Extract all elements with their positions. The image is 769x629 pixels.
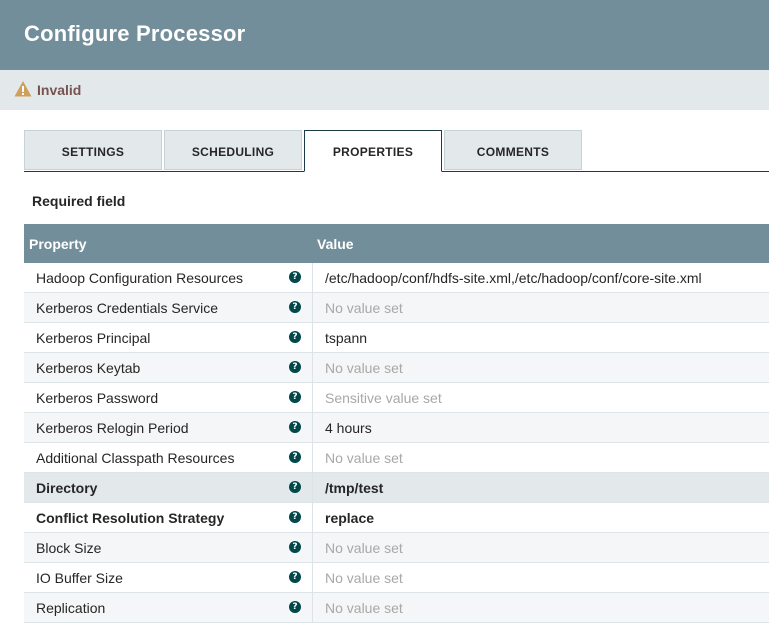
property-value[interactable]: No value set xyxy=(325,600,403,616)
table-row[interactable]: Kerberos Relogin Period? 4 hours xyxy=(24,413,769,443)
dialog-title: Configure Processor xyxy=(24,21,246,46)
dialog-header: Configure Processor xyxy=(0,0,769,70)
tab-comments[interactable]: COMMENTS xyxy=(444,130,582,170)
column-divider xyxy=(312,383,313,412)
tab-bar: SETTINGS SCHEDULING PROPERTIES COMMENTS xyxy=(24,130,769,172)
table-row[interactable]: Additional Classpath Resources? No value … xyxy=(24,443,769,473)
question-circle-icon[interactable]: ? xyxy=(289,511,301,523)
property-value[interactable]: No value set xyxy=(325,300,403,316)
property-value[interactable]: /tmp/test xyxy=(325,480,383,496)
table-row[interactable]: IO Buffer Size? No value set xyxy=(24,563,769,593)
property-value[interactable]: /etc/hadoop/conf/hdfs-site.xml,/etc/hado… xyxy=(325,270,702,286)
property-name: Conflict Resolution Strategy xyxy=(36,510,225,526)
tab-settings[interactable]: SETTINGS xyxy=(24,130,162,170)
column-divider xyxy=(312,533,313,562)
column-divider xyxy=(312,263,313,292)
column-divider xyxy=(312,503,313,532)
question-circle-icon[interactable]: ? xyxy=(289,541,301,553)
table-row[interactable]: Kerberos Password? Sensitive value set xyxy=(24,383,769,413)
question-circle-icon[interactable]: ? xyxy=(289,331,301,343)
table-header: Property Value xyxy=(24,224,769,263)
property-name: Kerberos Password xyxy=(36,390,159,406)
question-circle-icon[interactable]: ? xyxy=(289,451,301,463)
property-name: Kerberos Relogin Period xyxy=(36,420,189,436)
property-value[interactable]: Sensitive value set xyxy=(325,390,442,406)
property-value[interactable]: No value set xyxy=(325,450,403,466)
properties-table: Property Value Hadoop Configuration Reso… xyxy=(24,224,769,623)
question-circle-icon[interactable]: ? xyxy=(289,571,301,583)
property-value[interactable]: No value set xyxy=(325,570,403,586)
question-circle-icon[interactable]: ? xyxy=(289,601,301,613)
property-name: Directory xyxy=(36,480,98,496)
warning-triangle-icon xyxy=(14,81,32,97)
column-header-value[interactable]: Value xyxy=(317,236,354,252)
question-circle-icon[interactable]: ? xyxy=(289,481,301,493)
property-name: Kerberos Keytab xyxy=(36,360,141,376)
table-row[interactable]: Directory? /tmp/test xyxy=(24,473,769,503)
property-name: Block Size xyxy=(36,540,102,556)
table-row[interactable]: Kerberos Credentials Service? No value se… xyxy=(24,293,769,323)
property-value[interactable]: tspann xyxy=(325,330,367,346)
column-divider xyxy=(312,563,313,592)
property-value[interactable]: 4 hours xyxy=(325,420,372,436)
question-circle-icon[interactable]: ? xyxy=(289,391,301,403)
tab-properties[interactable]: PROPERTIES xyxy=(304,130,442,172)
property-value[interactable]: No value set xyxy=(325,540,403,556)
property-name: Additional Classpath Resources xyxy=(36,450,235,466)
question-circle-icon[interactable]: ? xyxy=(289,361,301,373)
property-value[interactable]: No value set xyxy=(325,360,403,376)
table-row[interactable]: Conflict Resolution Strategy? replace xyxy=(24,503,769,533)
question-circle-icon[interactable]: ? xyxy=(289,301,301,313)
validation-status-bar: Invalid xyxy=(0,70,769,110)
column-divider xyxy=(312,323,313,352)
property-value[interactable]: replace xyxy=(325,510,374,526)
property-name: Hadoop Configuration Resources xyxy=(36,270,244,286)
property-name: Replication xyxy=(36,600,106,616)
table-row[interactable]: Kerberos Keytab? No value set xyxy=(24,353,769,383)
column-divider xyxy=(312,353,313,382)
property-name: Kerberos Principal xyxy=(36,330,151,346)
table-body: Hadoop Configuration Resources? /etc/hado… xyxy=(24,263,769,623)
property-name: IO Buffer Size xyxy=(36,570,123,586)
question-circle-icon[interactable]: ? xyxy=(289,271,301,283)
table-row[interactable]: Hadoop Configuration Resources? /etc/hado… xyxy=(24,263,769,293)
table-row[interactable]: Block Size? No value set xyxy=(24,533,769,563)
column-divider xyxy=(312,413,313,442)
column-divider xyxy=(312,293,313,322)
table-row[interactable]: Kerberos Principal? tspann xyxy=(24,323,769,353)
column-divider xyxy=(312,473,313,502)
column-header-property[interactable]: Property xyxy=(29,236,87,252)
column-divider xyxy=(312,443,313,472)
question-circle-icon[interactable]: ? xyxy=(289,421,301,433)
property-name: Kerberos Credentials Service xyxy=(36,300,219,316)
column-divider xyxy=(312,593,313,622)
required-field-label: Required field xyxy=(32,193,126,209)
table-row[interactable]: Replication? No value set xyxy=(24,593,769,623)
tab-scheduling[interactable]: SCHEDULING xyxy=(164,130,302,170)
validation-status-text: Invalid xyxy=(37,82,82,98)
